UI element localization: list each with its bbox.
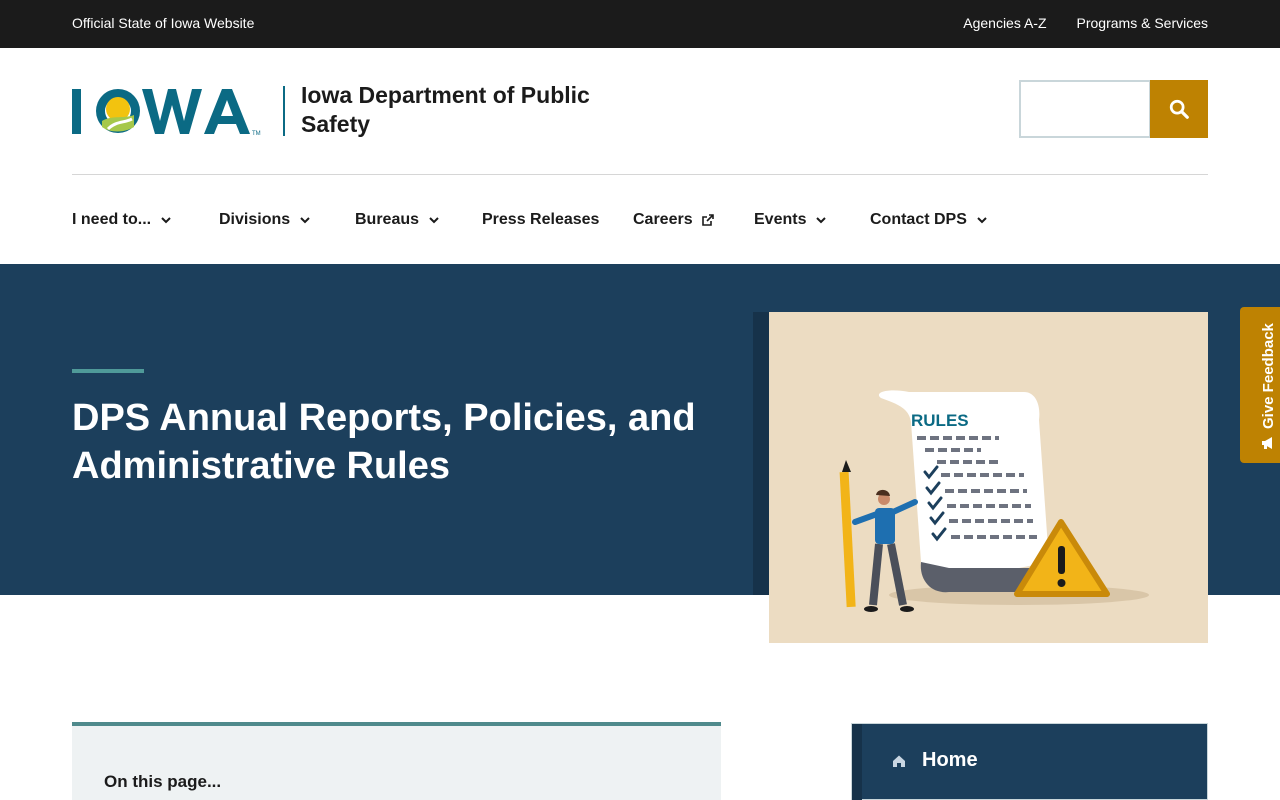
- nav-events[interactable]: Events: [754, 211, 828, 229]
- rules-illustration-graphic: RULES: [839, 390, 1149, 612]
- nav-label: Divisions: [219, 211, 291, 228]
- nav-label: I need to...: [72, 211, 152, 228]
- main-navigation: I need to... Divisions Bureaus Press Rel…: [0, 175, 1280, 264]
- utility-bar: Official State of Iowa Website Agencies …: [0, 0, 1280, 48]
- nav-press-releases[interactable]: Press Releases: [482, 211, 599, 229]
- chevron-down-icon: [300, 217, 310, 224]
- megaphone-icon: [1262, 437, 1272, 449]
- side-nav-home-label: Home: [922, 749, 978, 771]
- nav-label: Contact DPS: [870, 211, 967, 228]
- give-feedback-tab[interactable]: Give Feedback: [1240, 307, 1280, 463]
- side-navigation: Home: [851, 723, 1208, 800]
- title-accent-bar: [72, 369, 144, 373]
- iowa-logo[interactable]: TM: [72, 85, 272, 139]
- on-this-page-title: On this page...: [104, 772, 222, 791]
- rules-illustration: RULES: [769, 312, 1208, 643]
- svg-text:TM: TM: [252, 131, 261, 137]
- nav-label: Press Releases: [482, 211, 600, 228]
- search-button[interactable]: [1150, 80, 1208, 138]
- side-nav-home-link[interactable]: Home: [892, 749, 978, 772]
- nav-label: Careers: [633, 211, 693, 228]
- external-link-icon: [701, 214, 714, 226]
- site-header: TM Iowa Department of Public Safety: [0, 48, 1280, 174]
- hero-image-shadow: [753, 312, 769, 595]
- give-feedback-label: Give Feedback: [1259, 323, 1277, 429]
- agencies-a-z-link[interactable]: Agencies A-Z: [963, 15, 1046, 31]
- chevron-down-icon: [816, 217, 827, 224]
- nav-label: Bureaus: [355, 211, 420, 228]
- home-icon: [893, 755, 905, 767]
- chevron-down-icon: [161, 217, 171, 224]
- nav-bureaus[interactable]: Bureaus: [355, 211, 441, 229]
- give-feedback-content: Give Feedback: [1248, 301, 1280, 457]
- logo-divider: [283, 86, 285, 136]
- on-this-page-box: On this page...: [72, 722, 721, 800]
- agency-name[interactable]: Iowa Department of Public Safety: [301, 81, 641, 139]
- nav-divisions[interactable]: Divisions: [219, 211, 312, 229]
- utility-links: Agencies A-Z Programs & Services: [963, 15, 1208, 31]
- nav-careers[interactable]: Careers: [633, 211, 715, 229]
- search-icon: [1169, 99, 1189, 119]
- nav-i-need-to[interactable]: I need to...: [72, 211, 173, 229]
- page-title: DPS Annual Reports, Policies, and Admini…: [72, 397, 696, 487]
- nav-label: Events: [754, 211, 807, 228]
- chevron-down-icon: [977, 217, 987, 224]
- chevron-down-icon: [429, 217, 439, 224]
- side-nav-accent: [852, 724, 862, 800]
- document-heading: RULES: [911, 411, 969, 430]
- nav-contact-dps[interactable]: Contact DPS: [870, 211, 989, 229]
- programs-services-link[interactable]: Programs & Services: [1077, 15, 1208, 31]
- search-input[interactable]: [1019, 80, 1151, 138]
- official-site-notice: Official State of Iowa Website: [72, 15, 255, 31]
